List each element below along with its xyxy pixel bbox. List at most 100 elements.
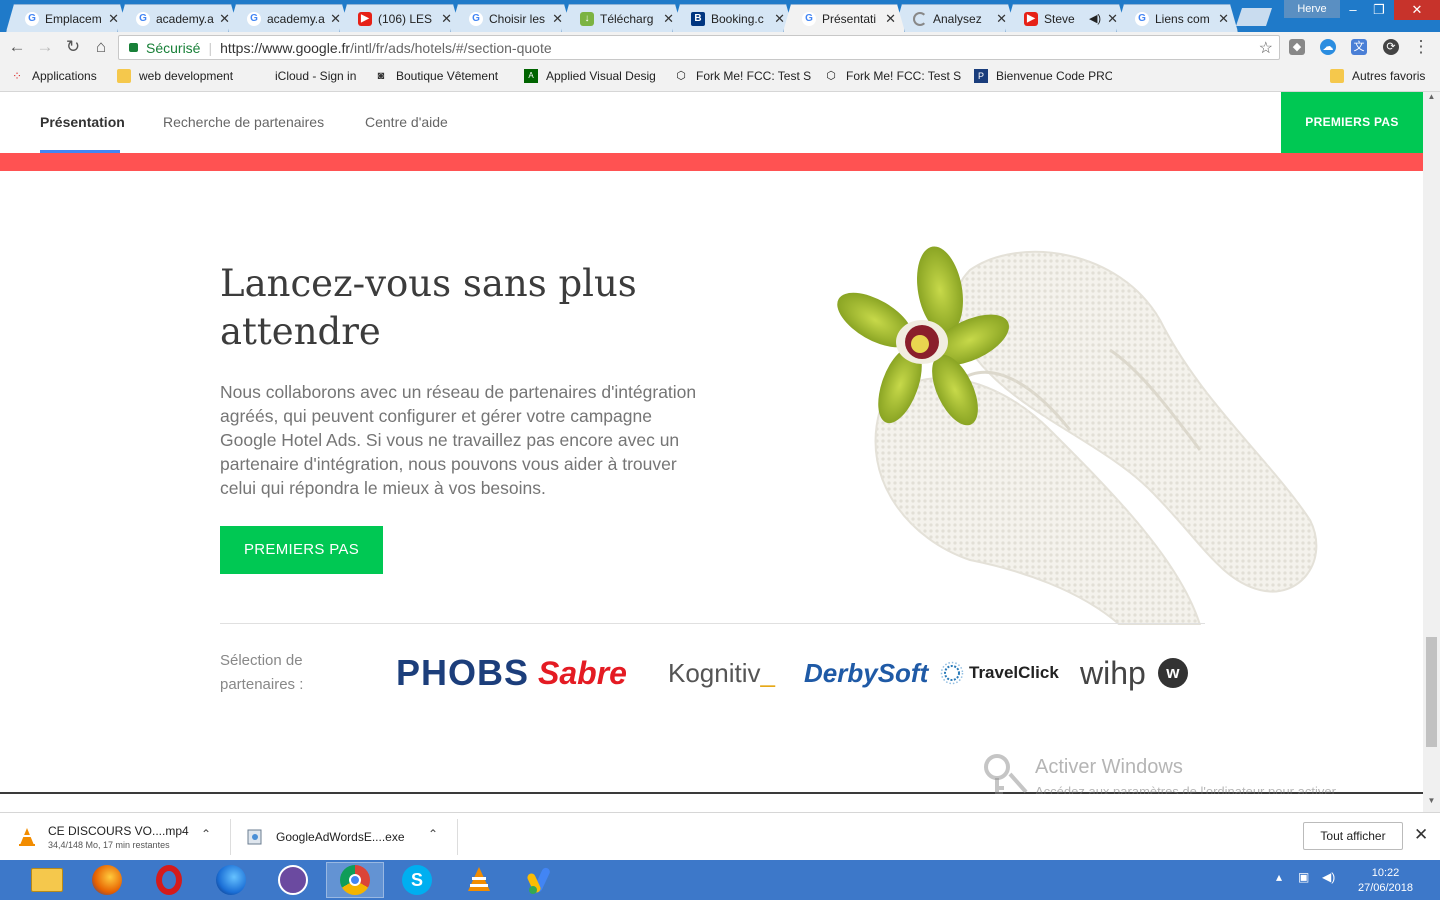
google-icon: G bbox=[802, 12, 816, 26]
tab-presentation[interactable]: G Présentati ✕ bbox=[783, 4, 905, 32]
partner-logo-wihp[interactable]: wihp w bbox=[1080, 648, 1188, 698]
tab-academy-2[interactable]: G academy.a ✕ bbox=[228, 4, 350, 32]
bookmarks-bar: ⁘ Applications web development iCloud - … bbox=[0, 62, 1440, 92]
download-item-video[interactable]: CE DISCOURS VO....mp4 34,4/148 Mo, 17 mi… bbox=[18, 813, 189, 861]
tab-booking[interactable]: B Booking.c ✕ bbox=[672, 4, 794, 32]
bookmark-icloud[interactable]: iCloud - Sign in bbox=[253, 69, 368, 83]
partner-logo-kognitiv[interactable]: Kognitiv _ bbox=[668, 648, 775, 698]
close-icon[interactable]: ✕ bbox=[330, 11, 341, 27]
window-close-icon[interactable]: ✕ bbox=[1394, 0, 1440, 20]
tab-youtube-les[interactable]: ▶ (106) LES ✕ bbox=[339, 4, 461, 32]
address-bar[interactable]: Sécurisé | https://www.google.fr/intl/fr… bbox=[118, 35, 1280, 60]
close-icon[interactable]: ✕ bbox=[885, 11, 896, 27]
close-icon[interactable]: ✕ bbox=[219, 11, 230, 27]
show-all-downloads-button[interactable]: Tout afficher bbox=[1303, 822, 1403, 850]
restore-icon[interactable]: ❐ bbox=[1364, 0, 1394, 20]
scroll-up-icon[interactable]: ▲ bbox=[1423, 92, 1440, 106]
clock-date: 27/06/2018 bbox=[1357, 882, 1414, 894]
chevron-up-icon[interactable]: ⌃ bbox=[428, 827, 438, 841]
google-icon: G bbox=[1135, 12, 1149, 26]
skype-icon[interactable]: S bbox=[388, 862, 446, 898]
tab-analysez[interactable]: Analysez ✕ bbox=[894, 4, 1016, 32]
network-icon[interactable]: ▣ bbox=[1298, 870, 1309, 884]
file-explorer-icon[interactable] bbox=[18, 862, 76, 898]
extension-icon[interactable]: ◆ bbox=[1289, 39, 1305, 55]
kognitiv-wordmark: Kognitiv bbox=[668, 657, 761, 688]
vlc-icon[interactable] bbox=[450, 862, 508, 898]
close-icon[interactable]: ✕ bbox=[774, 11, 785, 27]
scroll-down-icon[interactable]: ▼ bbox=[1423, 796, 1440, 810]
partner-logo-derbysoft[interactable]: DerbySoft bbox=[804, 648, 928, 698]
clock-time: 10:22 bbox=[1371, 867, 1400, 879]
nav-presentation[interactable]: Présentation bbox=[40, 114, 125, 130]
secure-label: Sécurisé bbox=[146, 39, 201, 56]
nav-partner-search[interactable]: Recherche de partenaires bbox=[163, 114, 324, 130]
bookmark-applied-visual[interactable]: A Applied Visual Desig bbox=[524, 69, 660, 83]
nav-help-center[interactable]: Centre d'aide bbox=[365, 114, 448, 130]
chrome-icon[interactable] bbox=[326, 862, 384, 898]
partners-label: Sélection de partenaires : bbox=[220, 652, 304, 693]
close-shelf-icon[interactable]: ✕ bbox=[1414, 825, 1428, 845]
bookmark-fork-me-2[interactable]: ⬡ Fork Me! FCC: Test S bbox=[824, 69, 962, 83]
system-clock[interactable]: 10:22 27/06/2018 bbox=[1348, 866, 1423, 896]
intro-paragraph: Nous collaborons avec un réseau de parte… bbox=[220, 382, 697, 498]
tab-telecharger[interactable]: ↓ Télécharg ✕ bbox=[561, 4, 683, 32]
close-icon[interactable]: ✕ bbox=[108, 11, 119, 27]
firefox-dev-icon[interactable] bbox=[202, 862, 260, 898]
close-icon[interactable]: ✕ bbox=[1107, 11, 1118, 27]
firefox-glyph bbox=[92, 865, 122, 895]
tab-emplacement[interactable]: G Emplacem ✕ bbox=[6, 4, 128, 32]
tab-steve[interactable]: ▶ Steve ◀) ✕ bbox=[1005, 4, 1127, 32]
close-icon[interactable]: ✕ bbox=[441, 11, 452, 27]
scrollbar-thumb[interactable] bbox=[1426, 637, 1437, 747]
download-name: CE DISCOURS VO....mp4 bbox=[48, 824, 189, 838]
bookmark-other-favorites[interactable]: Autres favoris bbox=[1330, 69, 1425, 83]
close-icon[interactable]: ✕ bbox=[552, 11, 563, 27]
cloud-extension-icon[interactable]: ☁ bbox=[1320, 39, 1336, 55]
download-item-installer[interactable]: GoogleAdWordsE....exe bbox=[246, 813, 405, 861]
installer-icon bbox=[247, 829, 262, 845]
tray-arrow-icon[interactable]: ▴ bbox=[1276, 870, 1282, 884]
close-icon[interactable]: ✕ bbox=[1218, 11, 1229, 27]
bookmark-label: Autres favoris bbox=[1352, 69, 1426, 83]
opera-icon[interactable] bbox=[140, 862, 198, 898]
menu-icon[interactable]: ⋮ bbox=[1410, 36, 1432, 58]
forward-icon[interactable]: → bbox=[34, 36, 56, 58]
get-started-nav-button[interactable]: PREMIERS PAS bbox=[1281, 92, 1423, 153]
page-viewport: Présentation Recherche de partenaires Ce… bbox=[0, 92, 1423, 794]
bookmark-boutique[interactable]: ◙ Boutique Vêtement bbox=[374, 69, 512, 83]
home-icon[interactable]: ⌂ bbox=[90, 36, 112, 58]
page-scrollbar[interactable]: ▲ ▼ bbox=[1423, 92, 1440, 812]
new-tab-button[interactable] bbox=[1236, 8, 1272, 26]
bookmark-web-development[interactable]: web development bbox=[117, 69, 242, 83]
folder-icon bbox=[1330, 69, 1344, 83]
reload-icon[interactable]: ↻ bbox=[62, 36, 84, 58]
travelclick-wordmark: TravelClick bbox=[969, 663, 1059, 682]
tab-liens[interactable]: G Liens com ✕ bbox=[1116, 4, 1238, 32]
close-icon[interactable]: ✕ bbox=[996, 11, 1007, 27]
tab-choisir[interactable]: G Choisir les ✕ bbox=[450, 4, 572, 32]
bookmark-label: iCloud - Sign in bbox=[275, 69, 357, 83]
sync-extension-icon[interactable]: ⟳ bbox=[1383, 39, 1399, 55]
close-icon[interactable]: ✕ bbox=[663, 11, 674, 27]
bookmark-code-pro[interactable]: P Bienvenue Code PRO bbox=[974, 69, 1112, 83]
profile-button[interactable]: Herve bbox=[1284, 0, 1340, 18]
bookmark-fork-me-1[interactable]: ⬡ Fork Me! FCC: Test S bbox=[674, 69, 812, 83]
chevron-up-icon[interactable]: ⌃ bbox=[201, 827, 211, 841]
partner-logo-travelclick[interactable]: TravelClick bbox=[940, 648, 1059, 698]
partner-logo-phobs[interactable]: PHOBS bbox=[396, 648, 529, 698]
firefox-icon[interactable] bbox=[78, 862, 136, 898]
bookmark-star-icon[interactable]: ☆ bbox=[1259, 38, 1273, 58]
bookmark-label: web development bbox=[139, 69, 234, 83]
translate-icon[interactable]: 文 bbox=[1351, 39, 1367, 55]
tab-academy-1[interactable]: G academy.a ✕ bbox=[117, 4, 239, 32]
adwords-icon[interactable] bbox=[512, 862, 570, 898]
get-started-button[interactable]: PREMIERS PAS bbox=[220, 526, 383, 574]
cat-app-icon[interactable] bbox=[264, 862, 322, 898]
volume-icon[interactable]: ◀) bbox=[1322, 870, 1335, 884]
speaker-icon[interactable]: ◀) bbox=[1089, 12, 1101, 25]
bookmark-applications[interactable]: ⁘ Applications bbox=[10, 69, 97, 83]
booking-icon: B bbox=[691, 12, 705, 26]
partner-logo-sabre[interactable]: Sabre bbox=[538, 648, 627, 698]
back-icon[interactable]: ← bbox=[6, 36, 28, 58]
